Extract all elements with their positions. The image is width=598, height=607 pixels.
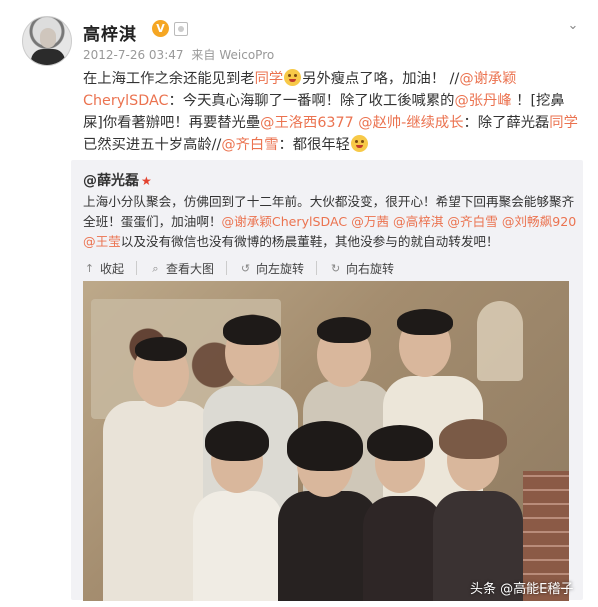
image-toolbar: ↑ 收起 ⌕ 查看大图 ↺ 向左旋转 ↻ 向右旋转 (83, 258, 406, 278)
member-icon (174, 22, 188, 36)
timestamp[interactable]: 2012-7-26 03:47 (83, 48, 184, 62)
repost-username[interactable]: @薛光磊 ★ (83, 170, 152, 190)
view-large-button[interactable]: ⌕ 查看大图 (149, 258, 214, 278)
user-avatar[interactable] (22, 16, 72, 66)
collapse-button[interactable]: ↑ 收起 (83, 258, 124, 278)
text-span: ：今天真心海聊了一番啊！除了收工後喊累的 (168, 93, 455, 109)
mention-link[interactable]: @赵帅-继续成长 (358, 115, 463, 131)
rotate-right-button[interactable]: ↻ 向右旋转 (329, 258, 394, 278)
divider (136, 261, 138, 275)
post-text: 在上海工作之余还能见到老同学 另外瘦点了咯，加油！ //@谢承颖CherylSDA… (83, 68, 583, 156)
watermark: 头条 @高能E稽子 (470, 582, 574, 597)
magnifier-icon: ⌕ (152, 261, 159, 275)
mention-link[interactable]: @齐白雪 (221, 137, 278, 153)
mention-link[interactable]: 同学 (255, 71, 284, 87)
divider (316, 261, 318, 275)
source-app[interactable]: WeicoPro (219, 48, 274, 62)
text-span: 以及没有微信也没有微博的杨晨董鞋，其他没参与的就自动转发吧！ (120, 234, 499, 249)
text-span: 已然买进五十岁高龄// (83, 137, 222, 153)
mention-link[interactable]: @万茜 (351, 214, 389, 229)
username[interactable]: 高梓淇 (83, 20, 137, 45)
mention-link[interactable]: 同学 (549, 115, 578, 131)
reposted-weibo: @薛光磊 ★ 上海小分队聚会，仿佛回到了十二年前。大伙都没变，很开心！希望下回再聚… (71, 160, 583, 601)
rotate-right-icon: ↻ (330, 261, 341, 275)
verified-icon: V (152, 20, 169, 37)
rotate-left-button[interactable]: ↺ 向左旋转 (239, 258, 304, 278)
mention-link[interactable]: @王莹 (83, 234, 121, 249)
emoji-icon (284, 69, 302, 86)
mention-link[interactable]: @谢承颖CherylSDAC (222, 214, 348, 229)
text-span: ：除了薛光磊 (463, 115, 550, 131)
text-span: ：都很年轻 (278, 137, 350, 153)
mention-link[interactable]: @王洛西6377 (260, 115, 354, 131)
collapse-label: 收起 (100, 261, 125, 276)
chevron-down-icon[interactable]: ⌄ (566, 18, 580, 33)
text-span: 另外瘦点了咯，加油！ // (302, 71, 460, 87)
group-photo[interactable] (83, 281, 569, 601)
emoji-icon (350, 135, 368, 152)
mention-link[interactable]: @高梓淇 (393, 214, 443, 229)
divider (226, 261, 228, 275)
view-large-label: 查看大图 (166, 261, 215, 276)
mention-link[interactable]: @张丹峰 (454, 93, 511, 109)
weibo-post-card: 高梓淇 V ⌄ 2012-7-26 03:47 来自 WeicoPro 在上海工作… (0, 0, 598, 607)
post-meta: 2012-7-26 03:47 来自 WeicoPro (83, 46, 278, 63)
text-span: 在上海工作之余还能见到老 (83, 71, 255, 87)
lamp (477, 301, 523, 381)
rotate-left-icon: ↺ (240, 261, 251, 275)
source-prefix: 来自 (191, 48, 216, 62)
mention-link[interactable]: @齐白雪 (447, 214, 497, 229)
repost-text: 上海小分队聚会，仿佛回到了十二年前。大伙都没变，很开心！希望下回再聚会能够聚齐全… (83, 192, 577, 252)
mention-link[interactable]: @刘畅飙920 (502, 214, 576, 229)
rotate-right-label: 向右旋转 (346, 261, 395, 276)
star-icon: ★ (141, 174, 152, 188)
collapse-icon: ↑ (84, 261, 95, 275)
rotate-left-label: 向左旋转 (256, 261, 305, 276)
